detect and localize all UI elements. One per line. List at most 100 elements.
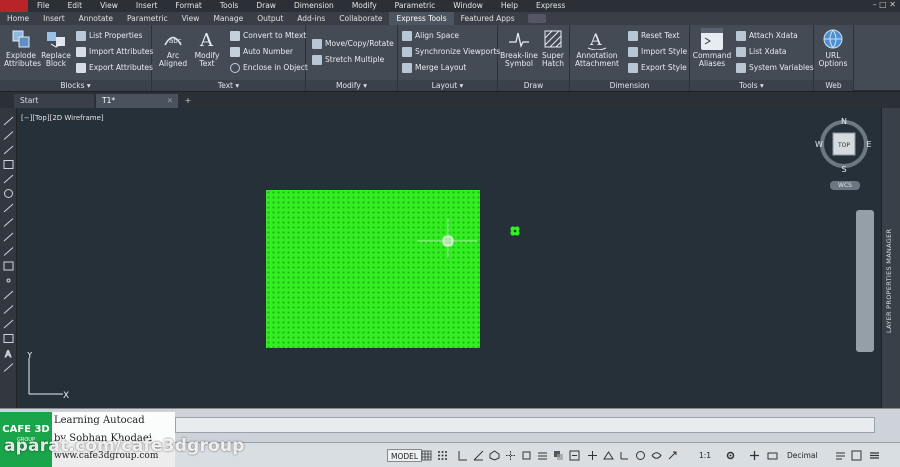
list-xdata-button[interactable]: List Xdata	[736, 45, 787, 59]
plus-icon[interactable]	[749, 450, 760, 461]
tab-parametric[interactable]: Parametric	[120, 12, 175, 25]
line-tool-icon[interactable]	[3, 116, 14, 126]
convert-mtext-button[interactable]: Convert to Mtext	[230, 29, 306, 43]
enclose-object-button[interactable]: Enclose in Object	[230, 61, 308, 75]
tab-view[interactable]: View	[175, 12, 207, 25]
region-tool-icon[interactable]	[3, 319, 14, 329]
hatch-tool-icon[interactable]	[3, 290, 14, 300]
menu-tools[interactable]: Tools	[211, 0, 247, 12]
ellipse-tool-icon[interactable]	[3, 232, 14, 242]
rect-tool-icon[interactable]	[3, 160, 14, 169]
menu-draw[interactable]: Draw	[247, 0, 285, 12]
selection-cycling-icon[interactable]	[569, 450, 580, 461]
menu-window[interactable]: Window	[444, 0, 492, 12]
point-tool-icon[interactable]	[6, 278, 11, 283]
clean-screen-icon[interactable]	[851, 450, 862, 461]
break-line-symbol-button[interactable]: Break-line Symbol	[500, 28, 538, 68]
mtext-tool-icon[interactable]: A	[5, 350, 13, 361]
cloud-tool-icon[interactable]	[3, 203, 14, 213]
super-hatch-button[interactable]: Super Hatch	[536, 28, 570, 68]
snap-icon[interactable]	[437, 450, 448, 461]
annotation-attachment-button[interactable]: A Annotation Attachment	[572, 28, 622, 68]
system-variables-button[interactable]: System Variables	[736, 61, 814, 75]
reset-text-button[interactable]: Reset Text	[628, 29, 680, 43]
panel-title-dimension[interactable]: Dimension	[570, 80, 689, 91]
toolbar-icons[interactable]: A	[0, 108, 17, 408]
panel-title-web[interactable]: Web	[814, 80, 853, 91]
menu-edit[interactable]: Edit	[59, 0, 92, 12]
explode-attributes-button[interactable]: Explode Attributes	[4, 28, 41, 68]
model-space-button[interactable]: MODEL	[387, 449, 423, 462]
app-logo[interactable]	[0, 0, 28, 12]
viewport-controls-label[interactable]: [−][Top][2D Wireframe]	[21, 114, 104, 122]
grid-icon[interactable]	[421, 450, 432, 461]
import-attributes-button[interactable]: Import Attributes	[76, 45, 153, 59]
table-tool-icon[interactable]	[3, 334, 14, 343]
3d-snap-icon[interactable]	[587, 450, 598, 461]
tab-annotate[interactable]: Annotate	[72, 12, 120, 25]
ortho-icon[interactable]	[457, 450, 468, 461]
wcs-menu[interactable]: WCS	[830, 181, 860, 190]
workspace-gear-icon[interactable]	[725, 450, 736, 461]
annotation-scale[interactable]: 1:1	[699, 450, 711, 461]
add-tab-icon[interactable]: +	[182, 95, 194, 107]
panel-title-draw[interactable]: Draw	[498, 80, 569, 91]
ellipse-arc-tool-icon[interactable]	[3, 247, 14, 256]
export-attributes-button[interactable]: Export Attributes	[76, 61, 153, 75]
auto-scale-icon[interactable]	[667, 450, 678, 461]
arc-aligned-button[interactable]: abc Arc Aligned	[156, 28, 190, 68]
circle-tool-icon[interactable]	[4, 189, 13, 198]
navigation-bar[interactable]	[856, 210, 874, 352]
list-properties-button[interactable]: List Properties	[76, 29, 142, 43]
object-snap-tracking-icon[interactable]	[505, 450, 516, 461]
stretch-multiple-button[interactable]: Stretch Multiple	[312, 53, 384, 67]
menu-express[interactable]: Express	[527, 0, 574, 12]
menu-dimension[interactable]: Dimension	[285, 0, 343, 12]
command-input[interactable]	[175, 417, 875, 433]
tab-output[interactable]: Output	[250, 12, 290, 25]
panel-title-text[interactable]: Text ▾	[152, 80, 305, 91]
polygon-tool-icon[interactable]	[3, 145, 14, 155]
menu-help[interactable]: Help	[492, 0, 527, 12]
tab-featured-apps[interactable]: Featured Apps	[454, 12, 522, 25]
menu-modify[interactable]: Modify	[343, 0, 386, 12]
gizmo-icon[interactable]	[635, 450, 646, 461]
window-controls[interactable]: – □ ✕	[873, 0, 896, 9]
url-options-button[interactable]: URL Options	[816, 28, 850, 68]
merge-layout-button[interactable]: Merge Layout	[402, 61, 466, 75]
customization-menu-icon[interactable]	[869, 450, 880, 461]
tab-insert[interactable]: Insert	[36, 12, 72, 25]
transparency-icon[interactable]	[553, 450, 564, 461]
file-tab-current[interactable]: T1* ✕	[96, 94, 178, 108]
auto-number-button[interactable]: Auto Number	[230, 45, 293, 59]
tab-home[interactable]: Home	[0, 12, 36, 25]
layer-properties-palette[interactable]: LAYER PROPERTIES MANAGER	[881, 108, 900, 408]
move-copy-rotate-button[interactable]: Move/Copy/Rotate	[312, 37, 394, 51]
export-style-button[interactable]: Export Style	[628, 61, 687, 75]
ucs-dynamic-icon[interactable]	[619, 450, 630, 461]
tab-collaborate[interactable]: Collaborate	[332, 12, 389, 25]
panel-title-tools[interactable]: Tools ▾	[690, 80, 813, 91]
synchronize-viewports-button[interactable]: Synchronize Viewports	[402, 45, 500, 59]
import-style-button[interactable]: Import Style	[628, 45, 687, 59]
modify-text-button[interactable]: A Modify Text	[190, 28, 224, 68]
file-tab-start[interactable]: Start	[14, 94, 94, 108]
tab-add-ins[interactable]: Add-ins	[290, 12, 332, 25]
quick-properties-icon[interactable]	[835, 450, 846, 461]
units-selector[interactable]: Decimal	[787, 450, 818, 461]
add-tool-icon[interactable]	[3, 363, 14, 372]
node-point-marker[interactable]	[509, 225, 521, 237]
polyline-tool-icon[interactable]	[3, 131, 14, 140]
viewcube[interactable]: TOP N S E W	[814, 116, 874, 191]
command-aliases-button[interactable]: Command Aliases	[692, 28, 732, 68]
isodraft-icon[interactable]	[489, 450, 500, 461]
replace-block-button[interactable]: Replace Block	[39, 28, 73, 68]
ribbon-minimize-toggle[interactable]	[527, 14, 546, 23]
align-space-button[interactable]: Align Space	[402, 29, 459, 43]
lineweight-icon[interactable]	[537, 450, 548, 461]
annotation-monitor-icon[interactable]	[603, 450, 614, 461]
menu-view[interactable]: View	[91, 0, 127, 12]
close-tab-icon[interactable]: ✕	[167, 94, 173, 108]
tab-express-tools[interactable]: Express Tools	[389, 12, 454, 25]
attach-xdata-button[interactable]: Attach Xdata	[736, 29, 798, 43]
